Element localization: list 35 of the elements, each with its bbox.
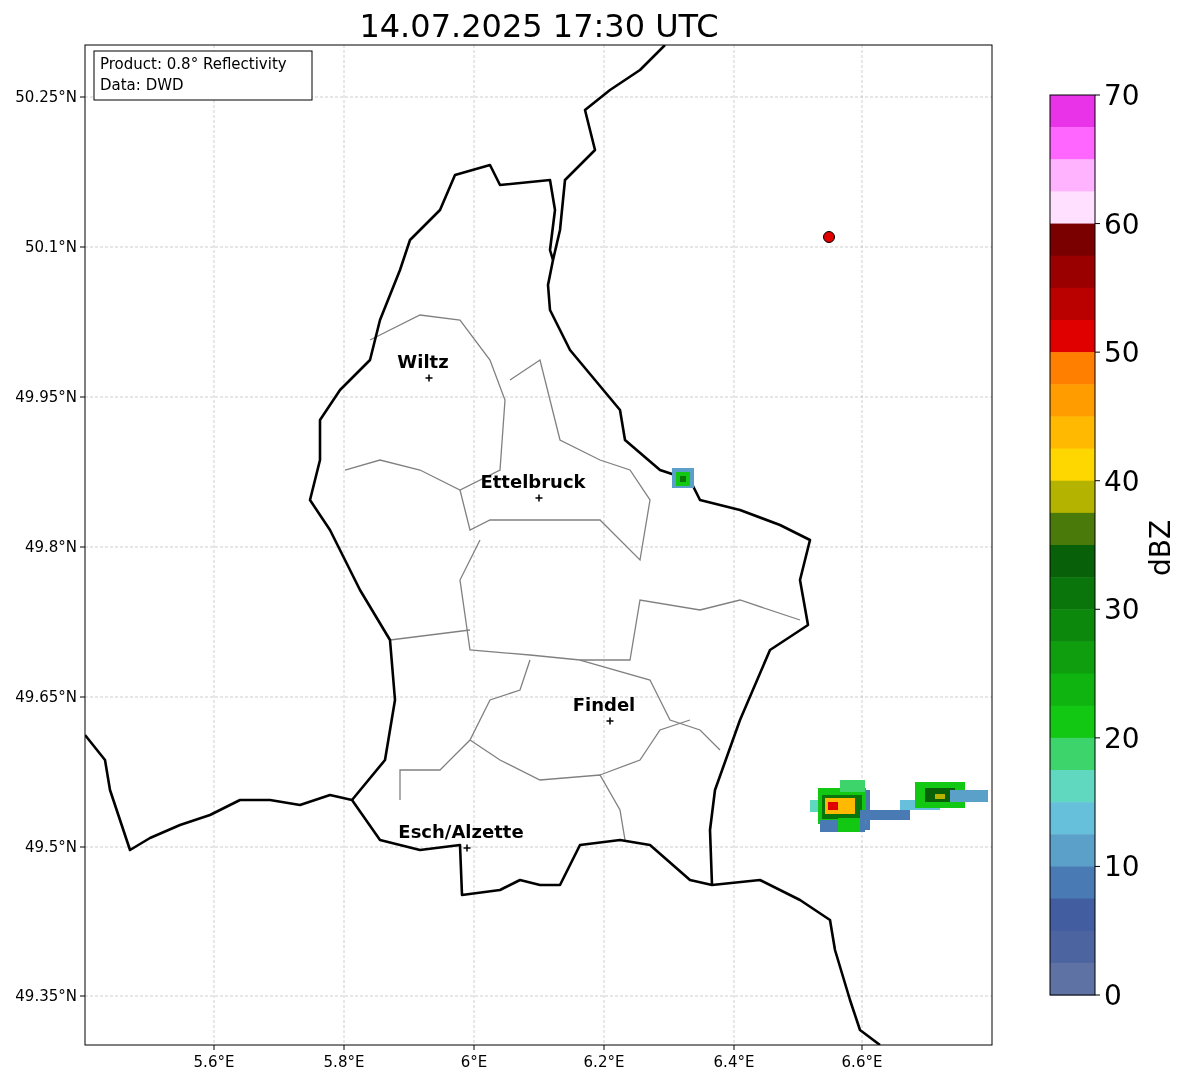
city-marker-icon — [462, 843, 472, 853]
colorbar-label: dBZ — [1144, 519, 1177, 577]
info-text: Product: 0.8° Reflectivity — [100, 55, 287, 73]
city-marker-icon — [534, 493, 544, 503]
x-tick-label: 6.2°E — [583, 1053, 625, 1071]
city-marker-icon — [605, 716, 615, 726]
colorbar-tick-label: 10 — [1104, 850, 1140, 884]
x-tick-label: 5.8°E — [323, 1053, 365, 1071]
city-marker-icon — [424, 373, 434, 383]
y-tick-label: 49.65°N — [15, 688, 77, 706]
colorbar-tick-label: 60 — [1104, 207, 1140, 241]
city-label: Findel — [572, 694, 636, 715]
colorbar-tick-label: 20 — [1104, 721, 1140, 755]
chart-title: 14.07.2025 17:30 UTC — [359, 7, 719, 45]
y-tick-label: 49.8°N — [24, 538, 77, 556]
y-tick-label: 49.95°N — [15, 388, 77, 406]
radar-site-marker — [823, 231, 835, 243]
city-label: Wiltz — [397, 351, 449, 372]
city-label: Ettelbruck — [480, 471, 586, 492]
colorbar-tick-label: 70 — [1104, 79, 1140, 112]
y-tick-label: 50.1°N — [24, 238, 77, 256]
y-tick-label: 49.35°N — [15, 987, 77, 1005]
colorbar-tick-label: 0 — [1104, 979, 1122, 1012]
y-tick-label: 49.5°N — [24, 838, 77, 856]
x-tick-label: 6.6°E — [841, 1053, 883, 1071]
y-tick-label: 50.25°N — [15, 88, 77, 106]
colorbar-tick-label: 40 — [1104, 464, 1140, 498]
radar-echo-drawing — [672, 468, 694, 488]
colorbar-tick-label: 50 — [1104, 336, 1140, 370]
info-text: Data: DWD — [100, 76, 184, 94]
x-tick-label: 5.6°E — [193, 1053, 235, 1071]
city-label: Esch/Alzette — [398, 821, 524, 842]
colorbar-tick-label: 30 — [1104, 593, 1140, 627]
x-tick-label: 6°E — [460, 1053, 488, 1071]
x-tick-label: 6.4°E — [713, 1053, 755, 1071]
